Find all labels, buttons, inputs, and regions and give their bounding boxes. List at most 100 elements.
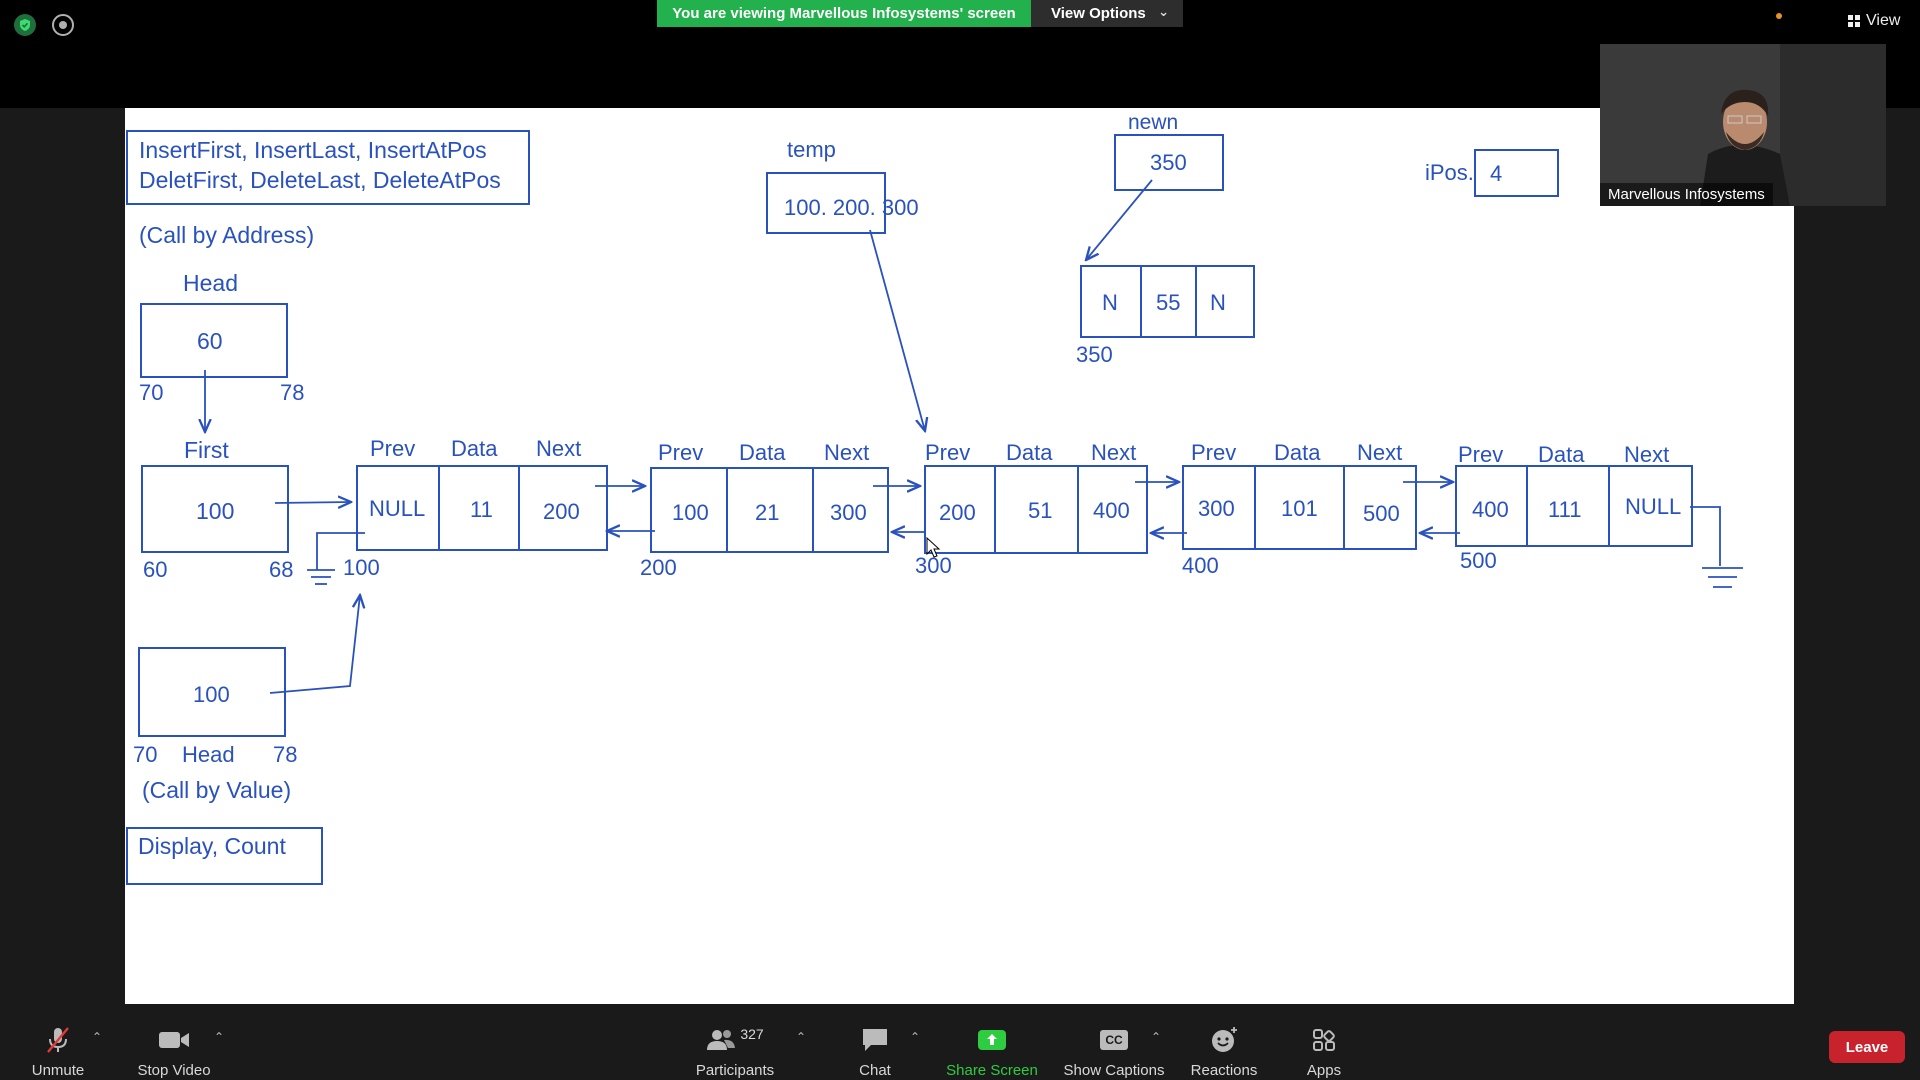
grid-view-icon <box>1848 15 1860 27</box>
temp-value: 100. 200. 300 <box>784 195 919 220</box>
node-next-header: Next <box>1624 442 1669 467</box>
meeting-toolbar: Unmute ⌃ Stop Video ⌃ 327 Participants ⌃… <box>0 1012 1920 1080</box>
node-next-value: NULL <box>1625 494 1681 519</box>
node-prev-value: 300 <box>1198 496 1235 521</box>
reactions-label: Reactions <box>1190 1062 1258 1079</box>
head-address-right: 78 <box>280 380 304 405</box>
newn-label: newn <box>1128 111 1178 134</box>
participants-icon <box>707 1030 736 1050</box>
node-prev-value: 100 <box>672 500 709 525</box>
cbv-address-right: 78 <box>273 742 297 767</box>
chat-label: Chat <box>859 1062 891 1079</box>
node-prev-header: Prev <box>925 440 970 465</box>
node-next-header: Next <box>824 440 869 465</box>
call-by-value-arrow <box>269 595 360 694</box>
node-prev-value: 400 <box>1472 497 1509 522</box>
right-gutter <box>1794 108 1920 1012</box>
view-layout-button[interactable]: View <box>1848 12 1900 30</box>
linked-list-diagram: InsertFirst, InsertLast, InsertAtPos Del… <box>126 111 1743 885</box>
participants-label: Participants <box>695 1062 775 1079</box>
first-value: 100 <box>196 498 234 524</box>
function-list-line1: InsertFirst, InsertLast, InsertAtPos <box>139 137 487 163</box>
new-node-address: 350 <box>1076 342 1113 367</box>
cbv-address-left: 70 <box>133 742 157 767</box>
node-data-header: Data <box>739 440 786 465</box>
node-address: 100 <box>343 555 380 580</box>
node-data-header: Data <box>1006 440 1053 465</box>
node-data-value: 11 <box>470 497 493 522</box>
call-by-value-label: (Call by Value) <box>142 777 291 803</box>
head-value: 60 <box>197 328 223 354</box>
smiley-reaction-icon <box>1189 1024 1259 1056</box>
first-address-left: 60 <box>143 557 167 582</box>
node-data-header: Data <box>1538 442 1585 467</box>
unmute-label: Unmute <box>31 1062 85 1079</box>
apps-icon <box>1304 1024 1344 1056</box>
node-next-header: Next <box>1357 440 1402 465</box>
chat-options-caret-icon[interactable]: ⌃ <box>910 1030 920 1044</box>
temp-arrow <box>869 229 925 431</box>
ipos-value: 4 <box>1490 161 1502 186</box>
node-data-value: 101 <box>1281 496 1318 521</box>
first-address-right: 68 <box>269 557 293 582</box>
node-data-value: 21 <box>755 500 779 525</box>
node-prev-value: 200 <box>939 500 976 525</box>
cbv-head-label: Head <box>182 742 235 767</box>
temp-label: temp <box>787 137 836 162</box>
new-node-data: 55 <box>1156 290 1180 315</box>
participants-icon-row: 327 <box>690 1024 780 1056</box>
view-options-button[interactable]: View Options ⌄ <box>1031 0 1183 27</box>
chat-bubble-icon <box>845 1024 905 1056</box>
node-prev-header: Prev <box>370 436 415 461</box>
participant-name-tag: Marvellous Infosystems <box>1600 183 1773 206</box>
node-prev-header: Prev <box>1191 440 1236 465</box>
first-to-node-arrow <box>274 502 351 503</box>
node-data-header: Data <box>451 436 498 461</box>
video-camera-icon <box>132 1024 216 1056</box>
node-next-header: Next <box>536 436 581 461</box>
participant-video-feed <box>1600 44 1886 206</box>
head-address-left: 70 <box>139 380 163 405</box>
node-next-value: 400 <box>1093 498 1130 523</box>
chat-button[interactable]: Chat <box>845 1024 905 1079</box>
newn-value: 350 <box>1150 150 1187 175</box>
security-shield-icon[interactable] <box>14 14 36 36</box>
node-prev-header: Prev <box>658 440 703 465</box>
activity-indicator-dot <box>1776 13 1782 19</box>
captions-options-caret-icon[interactable]: ⌃ <box>1151 1030 1161 1044</box>
node-address: 400 <box>1182 553 1219 578</box>
reactions-button[interactable]: Reactions <box>1189 1024 1259 1079</box>
node-next-header: Next <box>1091 440 1136 465</box>
participant-video-tile[interactable]: Marvellous Infosystems <box>1600 44 1886 206</box>
node-data-value: 51 <box>1028 498 1052 523</box>
node-next-value: 300 <box>830 500 867 525</box>
view-options-label: View Options <box>1051 5 1146 22</box>
node-address: 500 <box>1460 548 1497 573</box>
leave-meeting-button[interactable]: Leave <box>1829 1031 1905 1063</box>
node-data-value: 111 <box>1548 497 1581 522</box>
participants-options-caret-icon[interactable]: ⌃ <box>796 1030 806 1044</box>
apps-button[interactable]: Apps <box>1304 1024 1344 1079</box>
microphone-muted-icon <box>28 1024 88 1056</box>
call-by-address-label: (Call by Address) <box>139 222 314 248</box>
new-node-next: N <box>1210 290 1226 315</box>
shared-screen-whiteboard: InsertFirst, InsertLast, InsertAtPos Del… <box>125 108 1794 1004</box>
video-options-caret-icon[interactable]: ⌃ <box>214 1030 224 1044</box>
share-screen-icon <box>945 1024 1039 1056</box>
recording-status-icon[interactable] <box>52 14 74 36</box>
apps-label: Apps <box>1306 1062 1342 1079</box>
chevron-down-icon: ⌄ <box>1158 4 1169 19</box>
node-next-value: 500 <box>1363 501 1400 526</box>
new-node-prev: N <box>1102 290 1118 315</box>
unmute-button[interactable]: Unmute <box>28 1024 88 1079</box>
viewing-screen-banner: You are viewing Marvellous Infosystems' … <box>657 0 1031 27</box>
participants-button[interactable]: 327 Participants <box>690 1024 780 1079</box>
newn-arrow <box>1086 179 1153 260</box>
stop-video-button[interactable]: Stop Video <box>132 1024 216 1079</box>
participants-count: 327 <box>740 1026 764 1042</box>
audio-options-caret-icon[interactable]: ⌃ <box>92 1030 102 1044</box>
display-count-label: Display, Count <box>138 833 286 859</box>
view-label: View <box>1866 12 1901 29</box>
share-screen-button[interactable]: Share Screen <box>945 1024 1039 1079</box>
show-captions-label: Show Captions <box>1063 1062 1165 1079</box>
